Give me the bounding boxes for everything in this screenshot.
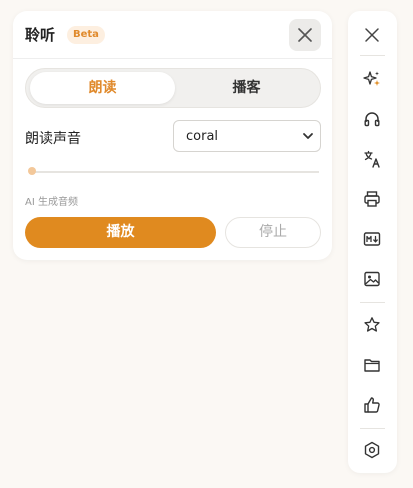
ai-sparkle-icon <box>363 70 381 88</box>
audio-progress-track[interactable] <box>29 171 319 173</box>
markdown-export-button[interactable] <box>360 227 384 251</box>
audio-progress-handle[interactable] <box>28 167 36 175</box>
close-panel-button[interactable] <box>289 19 321 51</box>
image-icon <box>363 270 381 288</box>
side-toolbar <box>348 11 397 473</box>
toolbar-close-button[interactable] <box>360 23 384 47</box>
folder-icon <box>363 356 381 374</box>
play-button[interactable]: 播放 <box>25 217 216 248</box>
star-icon <box>363 316 381 334</box>
voice-select-value: coral <box>186 129 219 144</box>
mode-tabs: 朗读 播客 <box>25 68 321 108</box>
tab-podcast[interactable]: 播客 <box>174 72 319 104</box>
chevron-down-icon <box>302 130 314 142</box>
print-icon <box>363 190 381 208</box>
toolbar-divider <box>360 302 385 303</box>
close-icon <box>364 27 380 43</box>
listen-button[interactable] <box>360 107 384 131</box>
ai-audio-note: AI 生成音频 <box>25 197 78 208</box>
tab-read-aloud[interactable]: 朗读 <box>30 72 175 104</box>
markdown-icon <box>363 230 381 248</box>
settings-button[interactable] <box>360 438 384 462</box>
translate-icon <box>363 150 381 168</box>
stop-button[interactable]: 停止 <box>225 217 321 248</box>
folder-button[interactable] <box>360 353 384 377</box>
beta-badge: Beta <box>67 26 105 44</box>
like-button[interactable] <box>360 393 384 417</box>
panel-title: 聆听 <box>25 26 56 44</box>
print-button[interactable] <box>360 187 384 211</box>
listen-panel: 聆听 Beta 朗读 播客 朗读声音 coral AI 生成音频 播放 停止 <box>13 11 332 260</box>
translate-button[interactable] <box>360 147 384 171</box>
panel-header: 聆听 Beta <box>13 11 332 59</box>
ai-assistant-button[interactable] <box>360 67 384 91</box>
toolbar-divider <box>360 55 385 56</box>
favorite-button[interactable] <box>360 313 384 337</box>
voice-label: 朗读声音 <box>25 131 81 147</box>
close-icon <box>298 28 312 42</box>
headphones-icon <box>363 110 381 128</box>
image-export-button[interactable] <box>360 267 384 291</box>
toolbar-divider <box>360 428 385 429</box>
settings-icon <box>363 441 381 459</box>
voice-select[interactable]: coral <box>173 120 321 152</box>
thumbs-up-icon <box>363 396 381 414</box>
